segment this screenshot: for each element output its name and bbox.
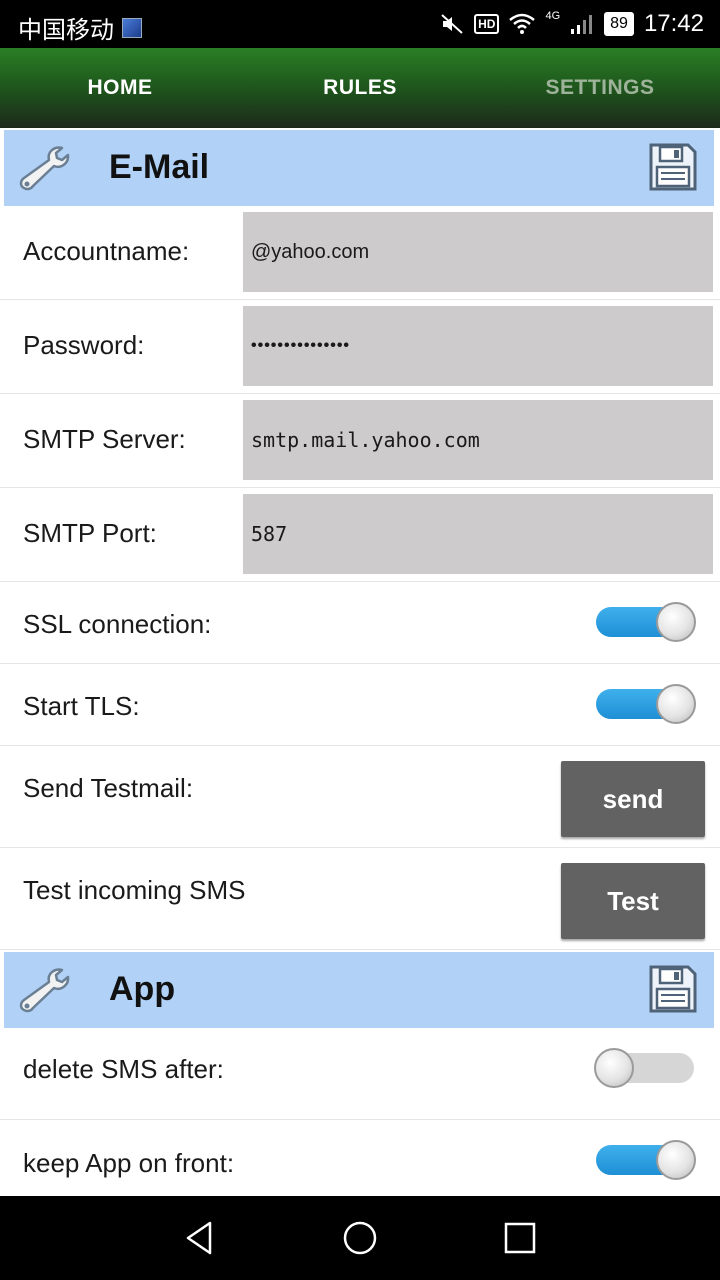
email-section-header: E-Mail <box>4 130 714 206</box>
carrier-label: 中国移动 <box>18 16 114 44</box>
tls-toggle[interactable] <box>596 684 696 724</box>
test-sms-row: Test incoming SMS Test <box>0 848 720 950</box>
save-icon[interactable] <box>648 964 698 1014</box>
accountname-label: Accountname: <box>23 236 190 266</box>
keep-front-label: keep App on front: <box>23 1148 235 1178</box>
save-icon[interactable] <box>648 142 698 192</box>
settings-content[interactable]: E-Mail Accountname: @yahoo.com Password:… <box>0 128 720 1196</box>
password-label: Password: <box>23 330 145 360</box>
tls-label: Start TLS: <box>23 691 140 721</box>
wrench-icon <box>19 146 70 191</box>
app-section-header: App <box>4 952 714 1028</box>
hd-icon: HD <box>474 14 500 34</box>
keep-front-toggle[interactable] <box>596 1140 696 1180</box>
tab-settings[interactable]: SETTINGS <box>480 48 720 128</box>
ssl-toggle[interactable] <box>596 602 696 642</box>
delete-sms-toggle[interactable] <box>594 1048 694 1088</box>
test-button[interactable]: Test <box>561 863 705 939</box>
accountname-row: Accountname: @yahoo.com <box>0 206 720 300</box>
testmail-row: Send Testmail: send <box>0 746 720 848</box>
email-section-title: E-Mail <box>109 148 210 186</box>
status-right: HD 4G 89 17:42 <box>440 10 704 38</box>
delete-sms-label: delete SMS after: <box>23 1054 224 1084</box>
delete-sms-row: delete SMS after: <box>0 1028 720 1120</box>
smtp-server-row: SMTP Server: smtp.mail.yahoo.com <box>0 394 720 488</box>
wrench-icon <box>19 968 70 1013</box>
tab-rules[interactable]: RULES <box>240 48 480 128</box>
signal-icon <box>571 15 593 34</box>
test-sms-label: Test incoming SMS <box>23 875 246 905</box>
testmail-label: Send Testmail: <box>23 773 194 803</box>
tab-bar: HOME RULES SETTINGS <box>0 48 720 128</box>
home-icon[interactable] <box>340 1218 380 1258</box>
smtp-server-label: SMTP Server: <box>23 424 186 454</box>
status-left: 中国移动 <box>18 10 142 45</box>
keep-front-toggle-knob <box>656 1140 696 1180</box>
wifi-icon <box>509 13 536 34</box>
sim-icon <box>122 17 142 38</box>
tls-row: Start TLS: <box>0 664 720 746</box>
smtp-server-field[interactable]: smtp.mail.yahoo.com <box>243 400 713 480</box>
tls-toggle-knob <box>656 684 696 724</box>
battery-icon: 89 <box>604 12 634 36</box>
delete-sms-toggle-knob <box>594 1048 634 1088</box>
keep-front-row: keep App on front: <box>0 1120 720 1196</box>
smtp-port-field[interactable]: 587 <box>243 494 713 574</box>
app-section-title: App <box>109 970 176 1008</box>
ssl-label: SSL connection: <box>23 609 212 639</box>
send-button[interactable]: send <box>561 761 705 837</box>
tab-home[interactable]: HOME <box>0 48 240 128</box>
recents-icon[interactable] <box>500 1218 540 1258</box>
navigation-bar <box>0 1196 720 1280</box>
password-field[interactable]: ••••••••••••••• <box>243 306 713 386</box>
smtp-port-row: SMTP Port: 587 <box>0 488 720 582</box>
mute-icon <box>441 14 463 34</box>
password-row: Password: ••••••••••••••• <box>0 300 720 394</box>
accountname-field[interactable]: @yahoo.com <box>243 212 713 292</box>
ssl-row: SSL connection: <box>0 582 720 664</box>
network-type: 4G <box>545 10 561 22</box>
back-icon[interactable] <box>180 1218 220 1258</box>
status-bar: 中国移动 HD 4G 89 17:42 <box>0 0 720 48</box>
clock: 17:42 <box>643 10 704 37</box>
ssl-toggle-knob <box>656 602 696 642</box>
smtp-port-label: SMTP Port: <box>23 518 157 548</box>
